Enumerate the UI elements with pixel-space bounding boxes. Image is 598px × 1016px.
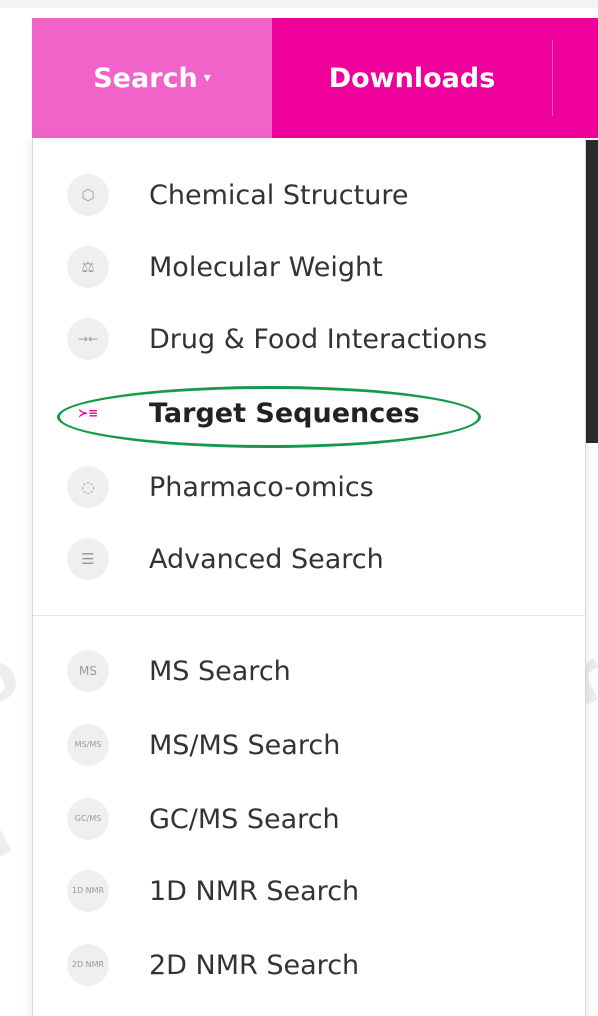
scale-icon: ⚖	[67, 246, 109, 288]
watermark-graphic: o	[0, 633, 33, 726]
navbar-divider	[552, 40, 553, 116]
menu-item-1d-nmr-search[interactable]: 1D NMR 1D NMR Search	[33, 856, 585, 926]
menu-item-label: 2D NMR Search	[149, 949, 360, 981]
sliders-icon: ☰	[67, 538, 109, 580]
menu-item-label: Advanced Search	[149, 543, 384, 575]
menu-item-label: MS/MS Search	[149, 729, 341, 761]
highlight-annotation-ellipse	[57, 386, 481, 448]
menu-item-2d-nmr-search[interactable]: 2D NMR 2D NMR Search	[33, 930, 585, 1000]
menu-item-label: Drug & Food Interactions	[149, 323, 488, 355]
search-menu-button[interactable]: Search ▾	[32, 18, 272, 138]
2d-nmr-icon: 2D NMR	[67, 944, 109, 986]
ms-icon: MS	[67, 650, 109, 692]
hexagon-icon: ⬡	[67, 174, 109, 216]
menu-item-drug-food-interactions[interactable]: →← Drug & Food Interactions	[33, 304, 585, 374]
menu-item-msms-search[interactable]: MS/MS MS/MS Search	[33, 710, 585, 780]
page-top-strip	[0, 0, 598, 8]
chevron-down-icon: ▾	[203, 70, 211, 86]
menu-divider	[33, 615, 585, 616]
watermark-graphic: n	[0, 793, 25, 886]
menu-item-label: Chemical Structure	[149, 179, 409, 211]
downloads-menu-button[interactable]: Downloads	[272, 18, 552, 138]
menu-item-label: Pharmaco-omics	[149, 471, 374, 503]
menu-item-chemical-structure[interactable]: ⬡ Chemical Structure	[33, 160, 585, 230]
downloads-menu-label: Downloads	[328, 62, 496, 94]
menu-item-label: MS Search	[149, 655, 291, 687]
msms-icon: MS/MS	[67, 724, 109, 766]
gcms-icon: GC/MS	[67, 798, 109, 840]
search-dropdown-menu: ⬡ Chemical Structure ⚖ Molecular Weight …	[32, 138, 586, 1016]
1d-nmr-icon: 1D NMR	[67, 870, 109, 912]
menu-item-label: 1D NMR Search	[149, 875, 360, 907]
menu-item-ms-search[interactable]: MS MS Search	[33, 636, 585, 706]
menu-item-label: Molecular Weight	[149, 251, 383, 283]
search-menu-label: Search	[93, 62, 198, 94]
menu-item-gcms-search[interactable]: GC/MS GC/MS Search	[33, 784, 585, 854]
menu-item-pharmaco-omics[interactable]: ◌ Pharmaco-omics	[33, 452, 585, 522]
circle-arrows-icon: ◌	[67, 466, 109, 508]
top-navbar: Search ▾ Downloads	[32, 18, 598, 138]
arrows-converge-icon: →←	[67, 318, 109, 360]
menu-item-molecular-weight[interactable]: ⚖ Molecular Weight	[33, 232, 585, 302]
menu-item-advanced-search[interactable]: ☰ Advanced Search	[33, 524, 585, 594]
menu-item-label: GC/MS Search	[149, 803, 340, 835]
